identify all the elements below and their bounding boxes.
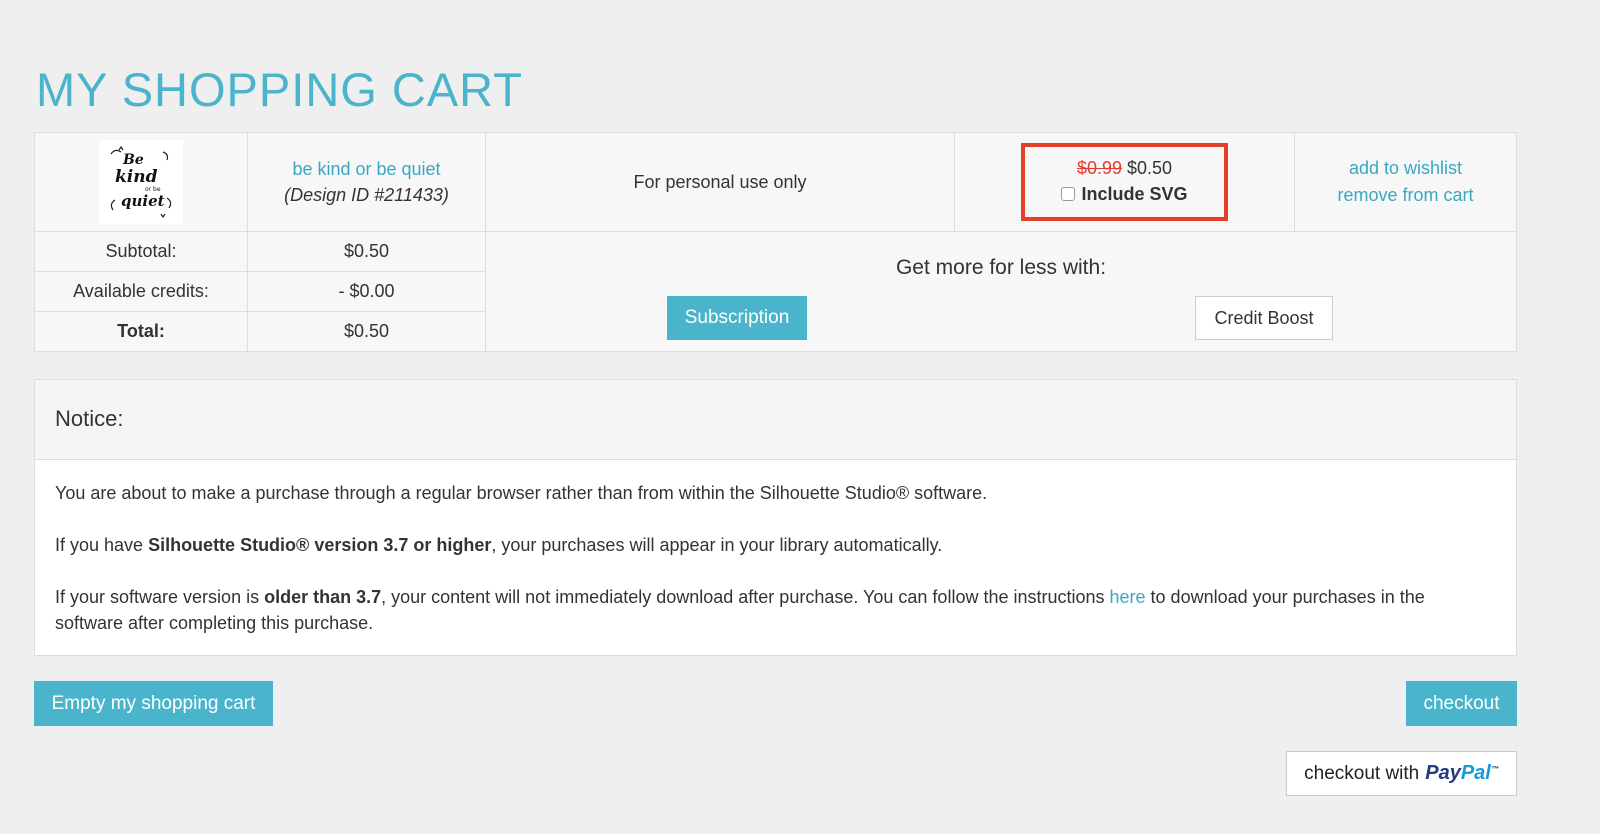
include-svg-option[interactable]: Include SVG xyxy=(1061,181,1188,207)
subtotal-label: Subtotal: xyxy=(34,231,248,272)
notice-p3-bold: older than 3.7 xyxy=(264,587,382,607)
lettering-design-thumbnail-icon: Be kind or be quiet xyxy=(110,145,172,219)
notice-p3-mid: , your content will not immediately down… xyxy=(381,587,1110,607)
add-to-wishlist-link[interactable]: add to wishlist xyxy=(1295,155,1516,182)
original-price: $0.99 xyxy=(1076,158,1122,178)
notice-p2-pre: If you have xyxy=(55,535,149,555)
price-highlight-box: $0.99 $0.50 Include SVG xyxy=(1021,143,1228,221)
credits-label: Available credits: xyxy=(34,271,248,312)
notice-panel: Notice: You are about to make a purchase… xyxy=(34,379,1517,656)
page-title: MY SHOPPING CART xyxy=(36,63,523,116)
checkout-button[interactable]: checkout xyxy=(1406,681,1517,726)
thumb-text-2: kind xyxy=(115,167,158,187)
item-name-link[interactable]: be kind or be quiet xyxy=(292,159,440,179)
license-cell: For personal use only xyxy=(485,132,955,232)
notice-paragraph-1: You are about to make a purchase through… xyxy=(55,483,988,503)
subtotal-value: $0.50 xyxy=(247,231,486,272)
paypal-brand-a: Pay xyxy=(1425,762,1461,784)
credit-boost-button[interactable]: Credit Boost xyxy=(1195,296,1333,340)
paypal-tm: ™ xyxy=(1490,764,1499,774)
promo-panel: Get more for less with: Subscription Cre… xyxy=(485,231,1517,352)
instructions-link[interactable]: here xyxy=(1110,587,1146,607)
include-svg-checkbox[interactable] xyxy=(1061,187,1076,201)
notice-p3-pre: If your software version is xyxy=(55,587,265,607)
remove-from-cart-link[interactable]: remove from cart xyxy=(1295,182,1516,209)
promo-title: Get more for less with: xyxy=(895,256,1107,279)
paypal-logo-icon: PayPal™ xyxy=(1425,762,1499,785)
price-cell: $0.99 $0.50 Include SVG xyxy=(954,132,1295,232)
paypal-brand-b: Pal xyxy=(1460,762,1491,784)
design-id: (Design ID #211433) xyxy=(284,184,449,205)
cart-item-row: Be kind or be quiet be kind or be quiet … xyxy=(34,132,1517,232)
price-line: $0.99 $0.50 xyxy=(1025,155,1224,181)
notice-title: Notice: xyxy=(35,380,1516,460)
subscription-button[interactable]: Subscription xyxy=(667,296,807,340)
notice-p2-bold: Silhouette Studio® version 3.7 or higher xyxy=(148,535,492,555)
item-thumbnail-cell: Be kind or be quiet xyxy=(34,132,248,232)
notice-paragraph-3: If your software version is older than 3… xyxy=(55,584,1496,636)
thumb-text-4: quiet xyxy=(121,192,165,210)
cart-table: Be kind or be quiet be kind or be quiet … xyxy=(34,132,1517,352)
sale-price: $0.50 xyxy=(1127,158,1173,178)
notice-body: You are about to make a purchase through… xyxy=(35,460,1516,636)
total-value: $0.50 xyxy=(247,311,486,352)
paypal-checkout-button[interactable]: checkout with PayPal™ xyxy=(1286,751,1517,796)
item-thumbnail[interactable]: Be kind or be quiet xyxy=(99,140,183,224)
include-svg-label: Include SVG xyxy=(1081,184,1188,204)
item-name-cell: be kind or be quiet (Design ID #211433) xyxy=(247,132,486,232)
subtotal-row: Subtotal: $0.50 Get more for less with: … xyxy=(34,231,1517,352)
credits-value: - $0.00 xyxy=(247,271,486,312)
empty-cart-button[interactable]: Empty my shopping cart xyxy=(34,681,273,726)
thumb-text-1: Be xyxy=(122,152,144,168)
paypal-prefix: checkout with xyxy=(1304,762,1420,784)
notice-p2-post: , your purchases will appear in your lib… xyxy=(491,535,943,555)
total-label: Total: xyxy=(34,311,248,352)
notice-paragraph-2: If you have Silhouette Studio® version 3… xyxy=(55,532,1496,558)
item-actions-cell: add to wishlist remove from cart xyxy=(1294,132,1517,232)
